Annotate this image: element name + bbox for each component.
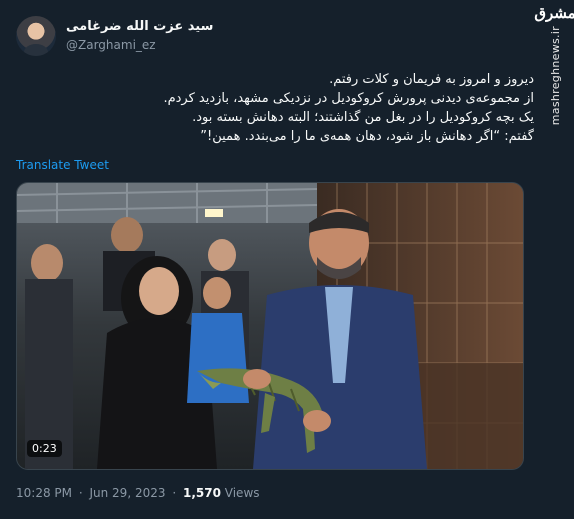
tweet-line: گفتم: “اگر دهانش باز شود، دهان همه‌ی ما … bbox=[200, 129, 534, 144]
meta-separator: · bbox=[172, 486, 177, 500]
views-count: 1,570 bbox=[182, 486, 221, 500]
views-label: Views bbox=[224, 486, 260, 500]
author-display-name[interactable]: سید عزت الله ضرغامی bbox=[66, 18, 213, 36]
watermark-url: mashreghnews.ir bbox=[548, 26, 562, 126]
tweet-date[interactable]: Jun 29, 2023 bbox=[89, 486, 165, 500]
author-names: سید عزت الله ضرغامی @Zarghami_ez bbox=[66, 18, 213, 54]
tweet-line: از مجموعه‌ی دیدنی پرورش کروکودیل در نزدی… bbox=[163, 91, 534, 106]
tweet-meta: 10:28 PM · Jun 29, 2023 · 1,570 Views bbox=[16, 486, 260, 500]
tweet-card: سید عزت الله ضرغامی @Zarghami_ez مشرق ma… bbox=[0, 0, 574, 519]
video-player[interactable]: 0:23 bbox=[16, 182, 524, 470]
tweet-text: دیروز و امروز به فریمان و کلات رفتم. از … bbox=[34, 70, 534, 146]
author-handle[interactable]: @Zarghami_ez bbox=[66, 36, 213, 54]
video-frame bbox=[17, 183, 523, 469]
watermark: مشرق mashreghnews.ir bbox=[534, 4, 574, 134]
video-duration-badge: 0:23 bbox=[27, 440, 62, 457]
avatar[interactable] bbox=[16, 16, 56, 56]
tweet-line: دیروز و امروز به فریمان و کلات رفتم. bbox=[329, 72, 534, 87]
tweet-header: سید عزت الله ضرغامی @Zarghami_ez bbox=[16, 14, 536, 58]
tweet-line: یک بچه کروکودیل را در بغل من گذاشتند؛ ال… bbox=[192, 110, 534, 125]
tweet-time[interactable]: 10:28 PM bbox=[16, 486, 72, 500]
translate-tweet-link[interactable]: Translate Tweet bbox=[16, 158, 109, 172]
meta-separator: · bbox=[78, 486, 83, 500]
watermark-logo: مشرق bbox=[534, 4, 574, 22]
